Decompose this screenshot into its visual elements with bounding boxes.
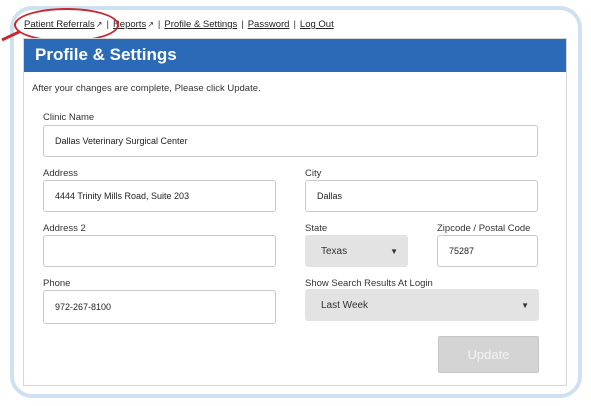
- search-results-select[interactable]: Last Week ▼: [305, 289, 539, 321]
- address2-label: Address 2: [43, 223, 86, 234]
- phone-field[interactable]: 972-267-8100: [43, 290, 276, 324]
- city-field[interactable]: Dallas: [305, 180, 538, 212]
- settings-panel: Profile & Settings After your changes ar…: [23, 38, 567, 386]
- nav-reports[interactable]: Reports↗: [113, 19, 154, 30]
- update-button[interactable]: Update: [438, 336, 539, 373]
- zip-label: Zipcode / Postal Code: [437, 223, 531, 234]
- highlight-circle: [14, 8, 119, 42]
- external-link-icon: ↗: [147, 20, 154, 29]
- instructions-text: After your changes are complete, Please …: [32, 83, 261, 94]
- zip-field[interactable]: 75287: [437, 235, 538, 267]
- state-label: State: [305, 223, 328, 234]
- phone-label: Phone: [43, 278, 71, 289]
- nav-log-out[interactable]: Log Out: [300, 19, 334, 30]
- search-results-label: Show Search Results At Login: [305, 278, 433, 289]
- address-field[interactable]: 4444 Trinity Mills Road, Suite 203: [43, 180, 276, 212]
- panel-title: Profile & Settings: [24, 39, 566, 72]
- address-label: Address: [43, 168, 78, 179]
- state-select[interactable]: Texas ▼: [305, 235, 408, 267]
- clinic-name-field[interactable]: Dallas Veterinary Surgical Center: [43, 125, 538, 157]
- address2-field[interactable]: [43, 235, 276, 267]
- clinic-name-label: Clinic Name: [43, 112, 95, 123]
- city-label: City: [305, 168, 322, 179]
- nav-password[interactable]: Password: [248, 19, 290, 30]
- chevron-down-icon: ▼: [521, 300, 529, 310]
- chevron-down-icon: ▼: [390, 246, 398, 256]
- nav-profile-settings[interactable]: Profile & Settings: [164, 19, 237, 30]
